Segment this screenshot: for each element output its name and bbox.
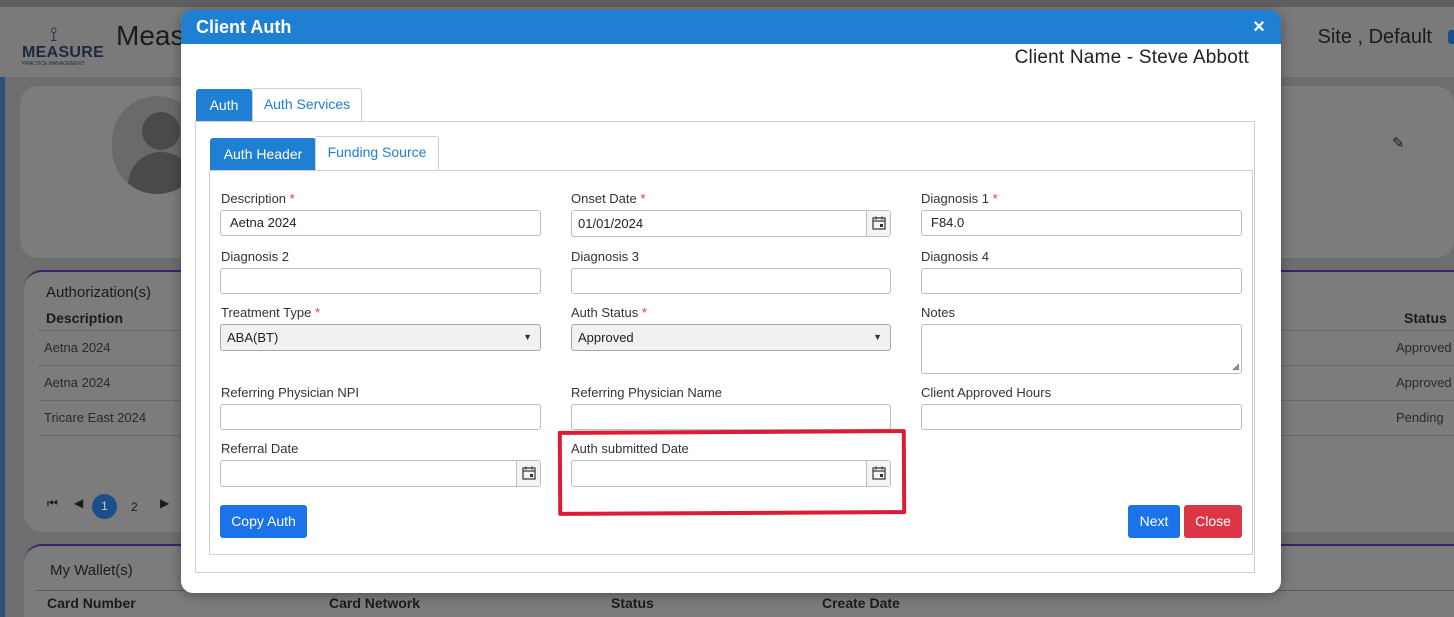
tab-auth[interactable]: Auth — [196, 89, 252, 122]
app-logo[interactable]: ⟟ MEASURE PRACTICE MANAGEMENT — [22, 24, 112, 67]
approved-hours-input[interactable] — [921, 404, 1242, 430]
auth-row-status: Pending — [1396, 410, 1444, 425]
description-input[interactable]: Aetna 2024 — [220, 210, 541, 236]
next-button[interactable]: Next — [1128, 505, 1180, 538]
sidebar-edge — [0, 77, 5, 617]
pager-current-page[interactable]: 1 — [92, 494, 117, 519]
wallet-title: My Wallet(s) — [50, 562, 133, 579]
app-title: Meas — [116, 20, 185, 51]
auth-col-status[interactable]: Status — [1404, 310, 1447, 326]
chevron-down-icon: ▼ — [523, 332, 532, 342]
description-label: Description * — [221, 191, 295, 206]
logo-subtext: PRACTICE MANAGEMENT — [22, 61, 85, 67]
modal-title: Client Auth — [196, 17, 292, 37]
tab-auth-services[interactable]: Auth Services — [252, 88, 362, 122]
close-icon[interactable]: × — [1251, 17, 1267, 37]
wallet-col-status[interactable]: Status — [611, 595, 654, 611]
ref-npi-label: Referring Physician NPI — [221, 385, 359, 400]
tab-funding-source[interactable]: Funding Source — [315, 136, 439, 171]
avatar-head-icon — [142, 112, 180, 150]
pager-next-icon[interactable]: ▶ — [160, 496, 169, 510]
client-name: Client Name - Steve Abbott — [1014, 47, 1249, 68]
pager-page-2[interactable]: 2 — [131, 500, 138, 514]
wallet-col-card-number[interactable]: Card Number — [47, 595, 136, 611]
wallet-table-header — [36, 590, 1454, 617]
calendar-icon[interactable] — [866, 211, 890, 236]
modal-header: Client Auth × — [181, 10, 1281, 44]
copy-auth-button[interactable]: Copy Auth — [220, 505, 307, 538]
ref-name-label: Referring Physician Name — [571, 385, 723, 400]
diagnosis3-label: Diagnosis 3 — [571, 249, 639, 264]
diagnosis4-label: Diagnosis 4 — [921, 249, 989, 264]
diagnosis4-input[interactable] — [921, 268, 1242, 294]
ref-npi-input[interactable] — [220, 404, 541, 430]
user-menu-edge[interactable] — [1448, 30, 1454, 44]
close-button[interactable]: Close — [1184, 505, 1242, 538]
pager-prev-icon[interactable]: ◀ — [74, 496, 83, 510]
onset-date-input[interactable]: 01/01/2024 — [571, 210, 891, 237]
auth-row-status: Approved — [1396, 375, 1452, 390]
diagnosis1-label: Diagnosis 1 * — [921, 191, 998, 206]
onset-date-label: Onset Date * — [571, 191, 646, 206]
auth-row-description[interactable]: Aetna 2024 — [44, 375, 111, 390]
notes-textarea[interactable]: ◢ — [921, 324, 1242, 374]
auth-col-description[interactable]: Description — [46, 310, 123, 326]
top-strip — [0, 0, 1454, 7]
ref-name-input[interactable] — [571, 404, 891, 430]
logo-text: MEASURE — [22, 44, 105, 61]
diagnosis3-input[interactable] — [571, 268, 891, 294]
diagnosis2-label: Diagnosis 2 — [221, 249, 289, 264]
tab-auth-header[interactable]: Auth Header — [210, 138, 316, 171]
approved-hours-label: Client Approved Hours — [921, 385, 1052, 400]
auth-status-select[interactable]: Approved ▼ — [571, 324, 891, 351]
auth-row-description[interactable]: Tricare East 2024 — [44, 410, 146, 425]
referral-date-input[interactable] — [220, 460, 541, 487]
authorizations-title: Authorization(s) — [46, 284, 152, 301]
wallet-col-card-network[interactable]: Card Network — [329, 595, 420, 611]
resize-grip-icon[interactable]: ◢ — [1232, 361, 1239, 372]
diagnosis1-input[interactable]: F84.0 — [921, 210, 1242, 236]
edit-pencil-icon[interactable]: ✎ — [1392, 134, 1405, 152]
auth-status-label: Auth Status * — [571, 305, 647, 320]
treatment-type-select[interactable]: ABA(BT) ▼ — [220, 324, 541, 351]
diagnosis2-input[interactable] — [220, 268, 541, 294]
site-label[interactable]: Site , Default — [1317, 26, 1432, 49]
wallet-col-create-date[interactable]: Create Date — [822, 595, 900, 611]
auth-row-status: Approved — [1396, 340, 1452, 355]
auth-row-description[interactable]: Aetna 2024 — [44, 340, 111, 355]
treatment-type-label: Treatment Type * — [221, 305, 321, 320]
pager-first-icon[interactable]: ⏮ — [47, 496, 58, 511]
chevron-down-icon: ▼ — [873, 332, 882, 342]
referral-date-label: Referral Date — [221, 441, 299, 456]
annotation-highlight-box — [557, 429, 907, 516]
calendar-icon[interactable] — [516, 461, 540, 486]
notes-label: Notes — [921, 305, 955, 320]
